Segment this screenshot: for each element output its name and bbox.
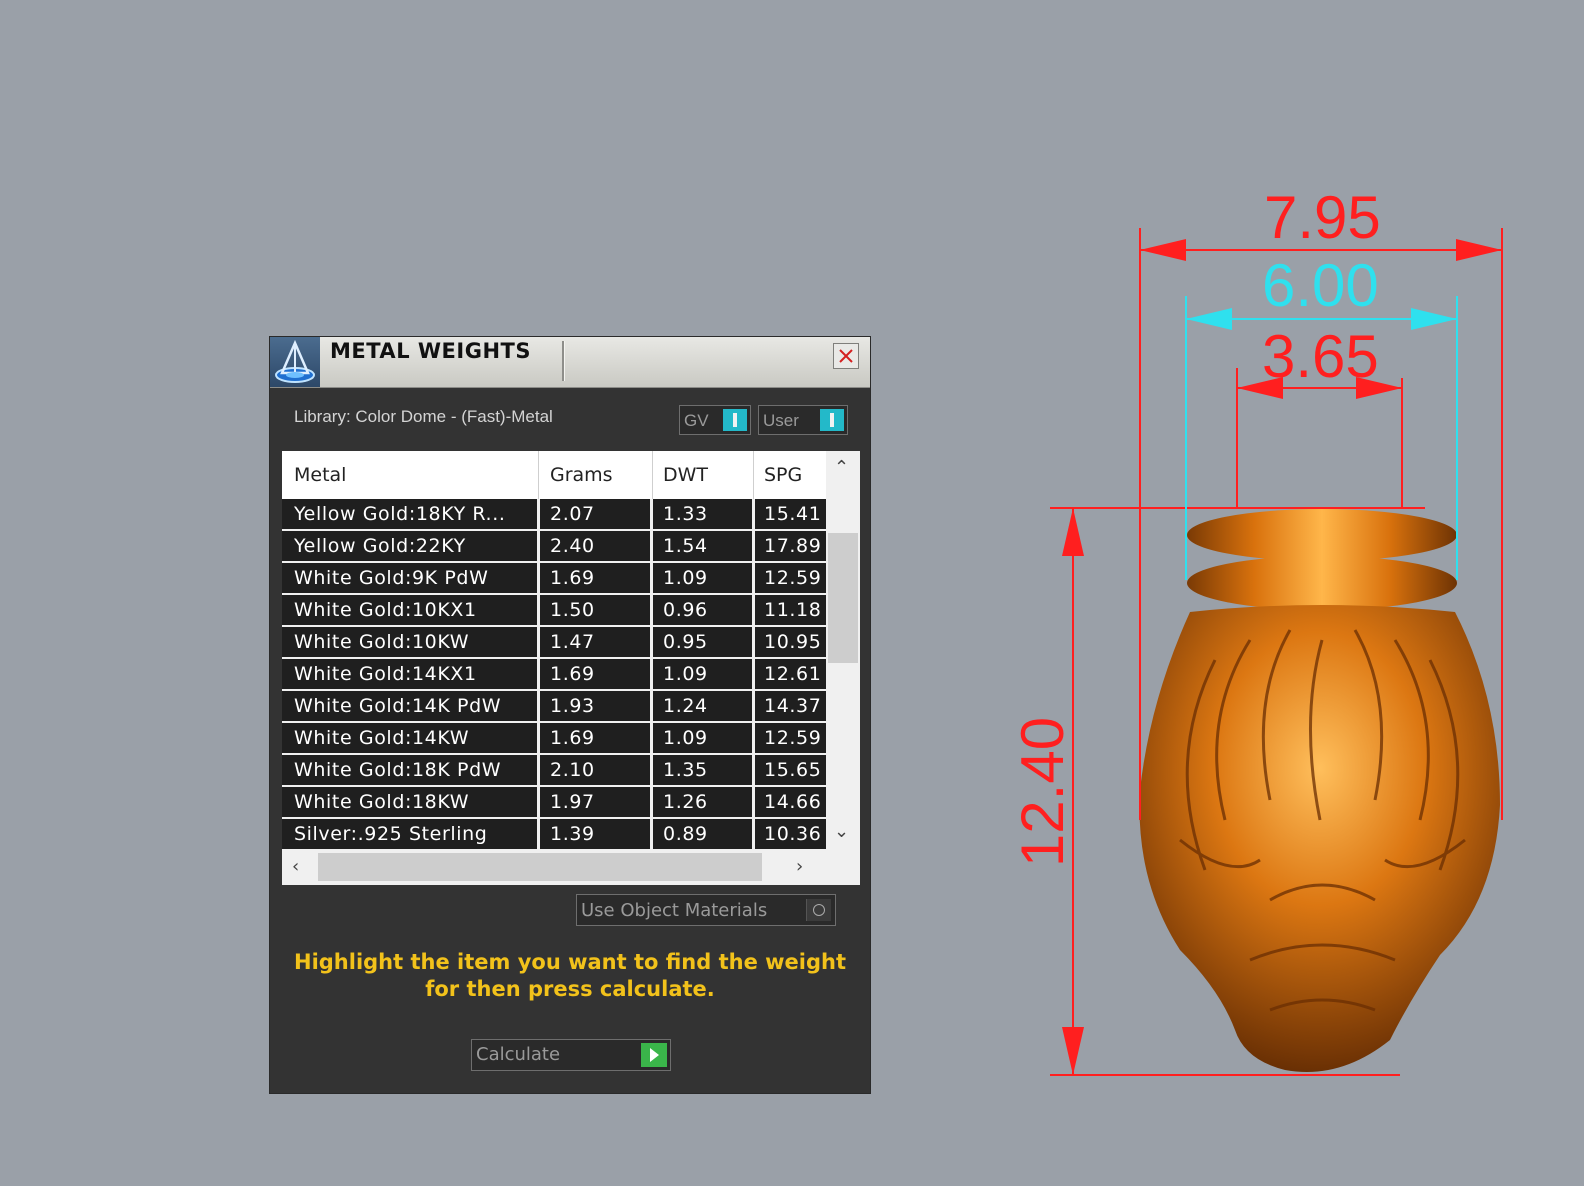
model-second-ring [1187, 556, 1457, 610]
dimension-top-width: 3.65 [1262, 323, 1379, 390]
dimension-inner-width: 6.00 [1262, 252, 1379, 319]
dimension-height: 12.40 [1009, 716, 1076, 868]
model-carved-body [1139, 605, 1500, 1072]
model-view [1050, 228, 1503, 1076]
viewport[interactable]: METAL WEIGHTS Library: Color Dome - (Fas… [0, 0, 1584, 1186]
jewelry-model[interactable] [1139, 509, 1501, 1072]
model-top-ring [1187, 509, 1457, 561]
dimension-outer-width: 7.95 [1264, 184, 1381, 251]
